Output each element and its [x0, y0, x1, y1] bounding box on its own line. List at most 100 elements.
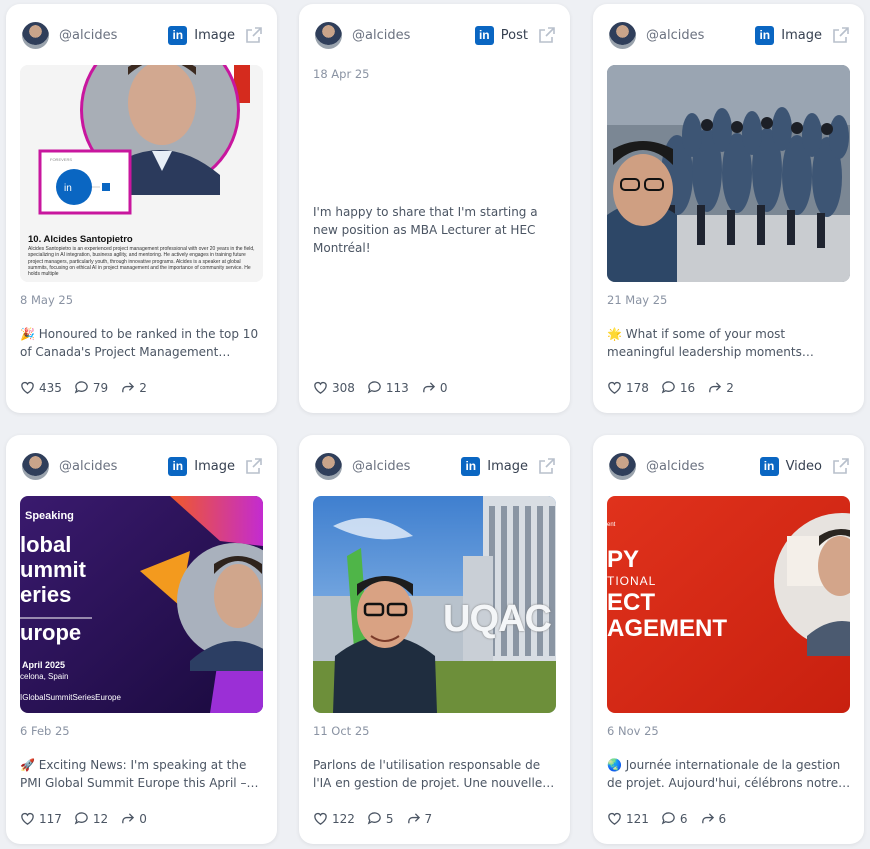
pmday-line1: PY	[607, 546, 640, 573]
post-type-label: Image	[781, 27, 822, 43]
heart-icon	[314, 812, 327, 825]
comments-stat: 113	[367, 380, 409, 395]
post-caption: 🌟 What if some of your most meaningful l…	[607, 327, 814, 359]
shares-count: 6	[718, 811, 727, 826]
likes-stat: 121	[607, 811, 649, 826]
likes-stat: 435	[20, 380, 62, 395]
comments-count: 113	[385, 380, 409, 395]
post-video-thumbnail[interactable]: ent PY TIONAL ECT AGEMENT	[607, 496, 850, 713]
summit-title-4: urope	[20, 620, 82, 645]
engagement-stats: 122 5 7	[313, 811, 432, 826]
likes-count: 117	[39, 811, 62, 826]
shares-stat: 0	[120, 811, 147, 826]
summit-title-1: lobal	[20, 532, 72, 557]
avatar	[315, 21, 342, 49]
shares-count: 7	[424, 811, 433, 826]
external-link-icon[interactable]	[245, 26, 263, 44]
badge-small-text: FOREVERS	[50, 157, 72, 162]
shares-stat: 2	[707, 380, 734, 395]
post-image[interactable]: FOREVERS in 10. Alcides Santopietro Alci…	[20, 65, 263, 282]
heart-icon	[314, 381, 327, 394]
pmday-line2: TIONAL	[607, 574, 657, 588]
comment-icon	[661, 812, 675, 825]
comment-icon	[367, 812, 381, 825]
pmday-small: ent	[607, 522, 616, 528]
avatar	[22, 452, 49, 480]
post-caption: I'm happy to share that I'm starting a n…	[313, 205, 538, 255]
post-caption: Parlons de l'utilisation responsable de …	[313, 758, 555, 790]
linkedin-icon: in	[168, 456, 188, 476]
author-handle: @alcides	[646, 458, 705, 474]
post-date: 11 Oct 25	[313, 724, 370, 738]
ranking-body: Alcides Santopietro is an experienced pr…	[28, 246, 255, 278]
engagement-stats: 308 113 0	[313, 380, 447, 395]
post-type-label: Video	[785, 458, 822, 474]
post-image[interactable]	[607, 65, 850, 282]
comments-stat: 12	[74, 811, 108, 826]
post-card[interactable]: @alcides in Post 18 Apr 25 I'm happy to …	[299, 4, 570, 413]
summit-location: celona, Spain	[20, 672, 69, 681]
uqac-sign: UQAC	[443, 598, 552, 640]
shares-stat: 0	[421, 380, 448, 395]
card-header: @alcides in Image	[315, 451, 556, 481]
shares-count: 2	[139, 380, 147, 395]
summit-speaking: Speaking	[25, 510, 74, 522]
pmday-line3: ECT	[607, 589, 655, 616]
likes-count: 122	[332, 811, 355, 826]
share-icon	[709, 382, 722, 393]
shares-stat: 7	[406, 811, 433, 826]
engagement-stats: 435 79 2	[20, 380, 147, 395]
post-date: 6 Feb 25	[20, 724, 70, 738]
card-header: @alcides in Video	[609, 451, 850, 481]
comments-stat: 79	[74, 380, 108, 395]
external-link-icon[interactable]	[832, 26, 850, 44]
post-card[interactable]: @alcides in Video ent PY TIONAL ECT AGEM…	[593, 435, 864, 844]
likes-count: 121	[626, 811, 649, 826]
post-card[interactable]: @alcides in Image	[299, 435, 570, 844]
external-link-icon[interactable]	[538, 26, 556, 44]
engagement-stats: 117 12 0	[20, 811, 147, 826]
likes-stat: 122	[313, 811, 355, 826]
card-header: @alcides in Image	[609, 20, 850, 50]
comment-icon	[367, 381, 381, 394]
avatar	[22, 21, 49, 49]
external-link-icon[interactable]	[538, 457, 556, 475]
shares-count: 0	[439, 380, 448, 395]
engagement-stats: 121 6 6	[607, 811, 726, 826]
post-date: 8 May 25	[20, 293, 74, 307]
likes-stat: 117	[20, 811, 62, 826]
heart-icon	[21, 812, 34, 825]
summit-title-3: eries	[20, 582, 72, 607]
post-caption: 🌏 Journée internationale de la gestion d…	[607, 758, 851, 790]
post-card[interactable]: @alcides in Image	[593, 4, 864, 413]
comment-icon	[74, 381, 88, 394]
external-link-icon[interactable]	[245, 457, 263, 475]
ranking-heading: 10. Alcides Santopietro	[28, 234, 133, 245]
linkedin-icon: in	[755, 25, 775, 45]
post-caption: 🎉 Honoured to be ranked in the top 10 of…	[20, 327, 259, 359]
author-handle: @alcides	[59, 458, 118, 474]
external-link-icon[interactable]	[832, 457, 850, 475]
card-header: @alcides in Image	[22, 20, 263, 50]
author-handle: @alcides	[646, 27, 705, 43]
post-type-label: Image	[487, 458, 528, 474]
post-card[interactable]: @alcides in Image	[6, 435, 277, 844]
post-type-label: Image	[194, 27, 235, 43]
avatar	[315, 452, 342, 480]
summit-title-2: ummit	[20, 557, 86, 582]
post-card[interactable]: @alcides in Image FOREVERS in 10. Alcide…	[6, 4, 277, 413]
likes-count: 435	[39, 380, 62, 395]
share-icon	[122, 813, 135, 824]
post-date: 21 May 25	[607, 293, 668, 307]
post-caption: 🚀 Exciting News: I'm speaking at the PMI…	[20, 758, 259, 790]
post-image[interactable]: Speaking lobal ummit eries urope April 2…	[20, 496, 263, 713]
likes-count: 308	[332, 380, 355, 395]
comments-count: 79	[92, 380, 109, 395]
card-header: @alcides in Post	[315, 20, 556, 50]
shares-stat: 2	[120, 380, 147, 395]
shares-count: 2	[726, 380, 734, 395]
comments-stat: 5	[367, 811, 394, 826]
author-handle: @alcides	[59, 27, 118, 43]
post-image[interactable]: UQAC	[313, 496, 556, 713]
comments-count: 16	[679, 380, 696, 395]
